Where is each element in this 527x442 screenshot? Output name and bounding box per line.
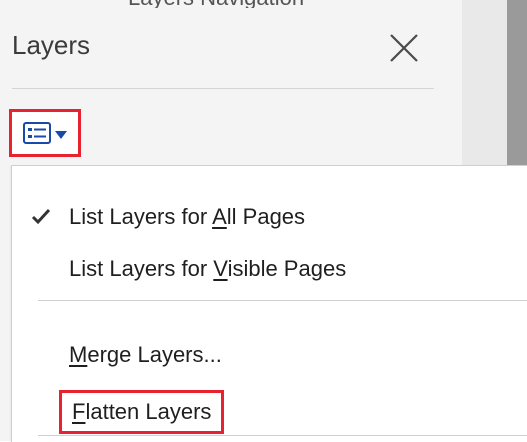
menu-divider bbox=[38, 435, 527, 436]
mnemonic-letter: V bbox=[213, 256, 228, 281]
menu-divider bbox=[38, 300, 527, 301]
list-options-icon bbox=[23, 122, 51, 144]
layers-options-menu: List Layers for All Pages List Layers fo… bbox=[11, 165, 527, 442]
menu-item-label-post: isible Pages bbox=[227, 256, 347, 281]
mnemonic-letter: F bbox=[72, 399, 86, 424]
close-icon bbox=[390, 34, 418, 62]
close-button[interactable] bbox=[384, 28, 424, 68]
menu-item-list-visible-pages[interactable]: List Layers for Visible Pages bbox=[69, 256, 346, 282]
menu-item-list-all-pages[interactable]: List Layers for All Pages bbox=[69, 204, 305, 230]
panel-title: Layers bbox=[12, 30, 91, 60]
menu-item-flatten-layers[interactable]: Flatten Layers bbox=[59, 390, 225, 434]
cropped-top-text: Layers Navigation bbox=[128, 0, 358, 8]
checkmark-icon bbox=[31, 208, 51, 225]
menu-item-label-pre: List Layers for bbox=[69, 204, 213, 229]
menu-item-label-pre: List Layers for bbox=[69, 256, 214, 281]
menu-item-label-post: latten Layers bbox=[85, 399, 212, 424]
menu-item-label-post: ll Pages bbox=[226, 204, 306, 229]
mnemonic-letter: A bbox=[212, 204, 227, 229]
chevron-down-icon bbox=[55, 130, 67, 139]
mnemonic-letter: M bbox=[69, 342, 88, 367]
layers-options-button[interactable] bbox=[9, 109, 81, 157]
header-divider bbox=[12, 88, 434, 89]
menu-item-merge-layers[interactable]: Merge Layers... bbox=[69, 342, 222, 368]
menu-item-label-post: erge Layers... bbox=[87, 342, 222, 367]
